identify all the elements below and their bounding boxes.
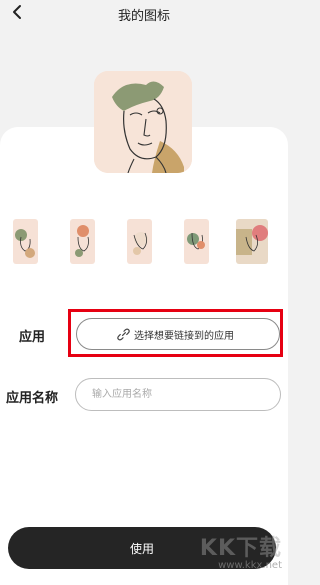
watermark-logo: KK下载 — [199, 536, 282, 561]
icon-preview[interactable] — [94, 71, 192, 173]
top-bar: 我的图标 — [0, 0, 288, 28]
highlight-box — [68, 309, 283, 357]
watermark: KK下载 www.kkx.net — [200, 530, 282, 571]
app-name-input[interactable] — [75, 378, 281, 411]
thumbnail-style-2[interactable] — [70, 219, 95, 264]
style-thumbnails — [0, 219, 288, 265]
portrait-thumb-image — [187, 232, 205, 250]
line-portrait-image — [94, 71, 192, 173]
app-name-label: 应用名称 — [6, 391, 59, 406]
portrait-thumb-image — [75, 225, 89, 257]
thumbnail-style-5[interactable] — [236, 219, 268, 264]
thumbnail-style-1[interactable] — [13, 219, 38, 264]
portrait-thumb-image — [133, 232, 148, 255]
page-title: 我的图标 — [117, 9, 170, 24]
portrait-thumb-image — [15, 229, 35, 258]
portrait-thumb-image — [236, 225, 268, 255]
thumbnail-style-3[interactable] — [127, 219, 152, 264]
thumbnail-style-4[interactable] — [184, 219, 209, 264]
app-label: 应用 — [19, 330, 46, 345]
